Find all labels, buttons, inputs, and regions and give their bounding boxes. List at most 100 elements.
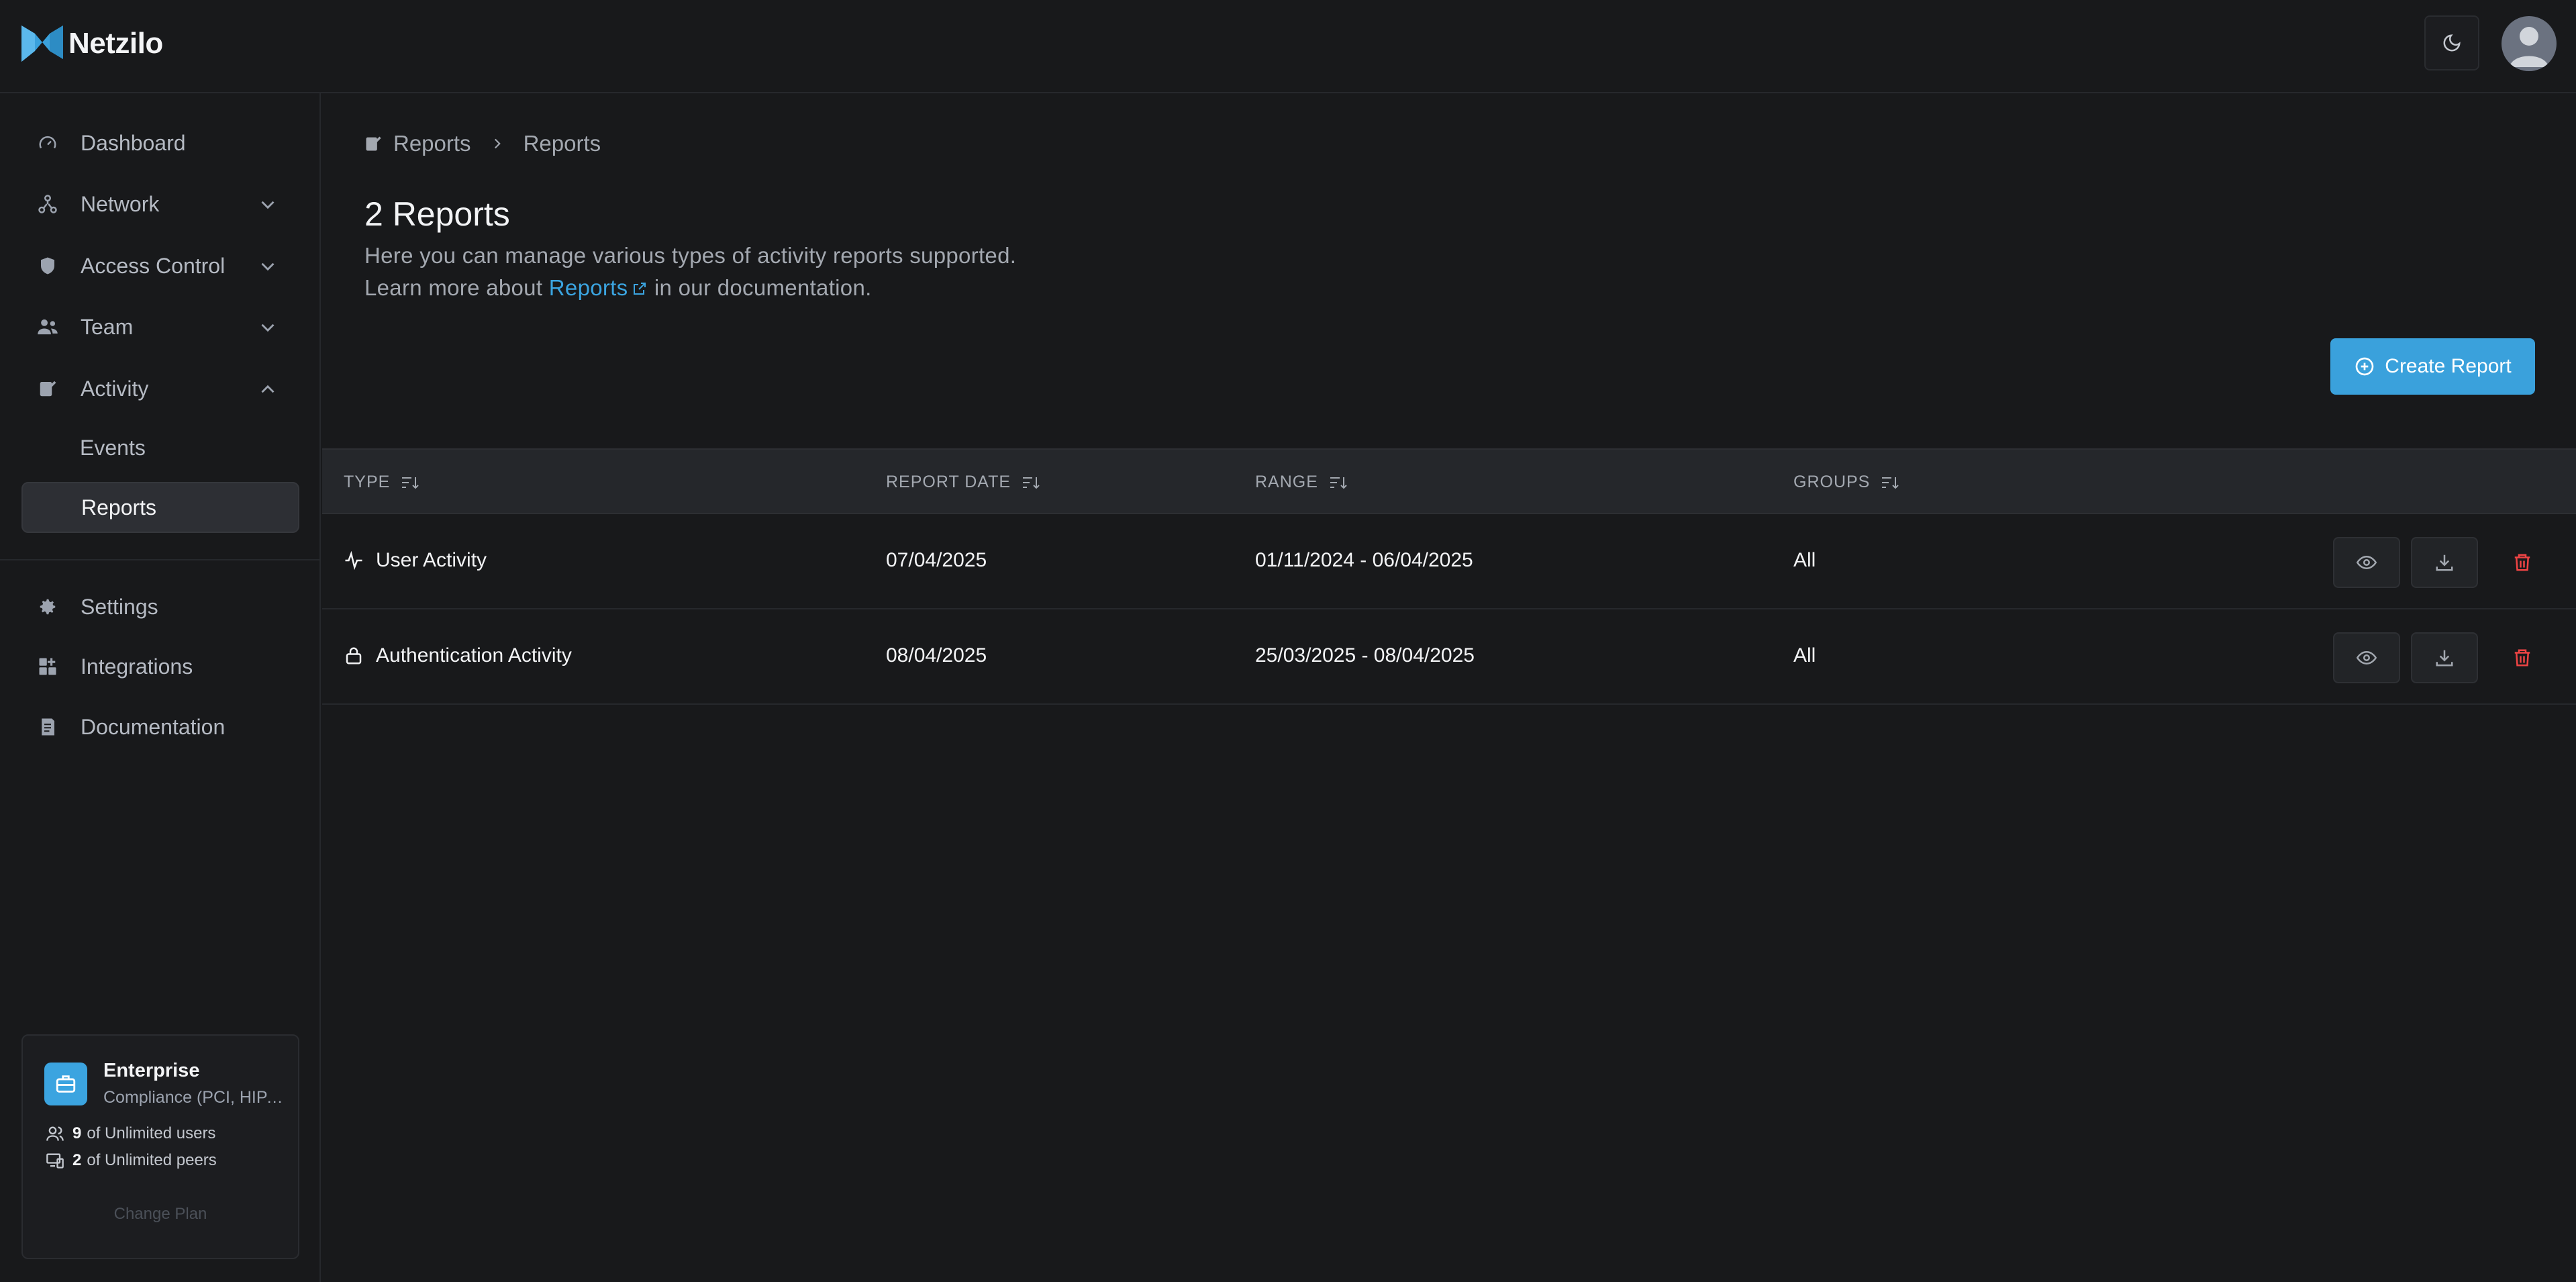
- chevron-up-icon: [261, 385, 275, 393]
- page-description: Here you can manage various types of act…: [364, 243, 1017, 268]
- table-row[interactable]: User Activity 07/04/2025 01/11/2024 - 06…: [322, 514, 2576, 609]
- table-header: TYPE REPORT DATE RANGE GROUPS: [322, 448, 2576, 514]
- sort-icon: [1329, 475, 1348, 491]
- integrations-icon: [36, 655, 59, 678]
- sidebar-item-label: Dashboard: [81, 130, 186, 155]
- network-icon: [36, 193, 59, 215]
- sidebar-item-network[interactable]: Network: [21, 179, 299, 230]
- shield-icon: [36, 254, 59, 277]
- column-header-report-date[interactable]: REPORT DATE: [886, 473, 1040, 492]
- plan-title: Enterprise: [103, 1060, 200, 1081]
- sort-icon: [1881, 475, 1899, 491]
- sidebar-divider: [0, 559, 319, 560]
- column-header-range[interactable]: RANGE: [1255, 473, 1348, 492]
- app-name: Netzilo: [68, 27, 163, 60]
- cell-report-date: 07/04/2025: [886, 549, 987, 571]
- column-label: RANGE: [1255, 473, 1318, 491]
- pulse-icon: [344, 550, 364, 571]
- sidebar-item-access-control[interactable]: Access Control: [21, 240, 299, 291]
- moon-icon: [2443, 34, 2461, 52]
- breadcrumb-current: Reports: [523, 131, 601, 156]
- users-icon: [36, 315, 59, 338]
- devices-icon: [46, 1153, 64, 1169]
- sidebar-item-team[interactable]: Team: [21, 301, 299, 352]
- gear-icon: [36, 595, 59, 618]
- plus-circle-icon: [2354, 356, 2375, 377]
- sidebar: Dashboard Network Access Control Team Ac…: [0, 93, 321, 1282]
- book-icon: [36, 716, 59, 738]
- top-bar: Netzilo: [0, 0, 2576, 93]
- sidebar-subitem-events[interactable]: Events: [21, 422, 299, 473]
- sidebar-subitem-reports[interactable]: Reports: [21, 482, 299, 533]
- netzilo-logo-icon: [21, 26, 63, 62]
- activity-icon: [36, 377, 59, 400]
- sidebar-subitem-label: Reports: [81, 495, 157, 520]
- sidebar-item-activity[interactable]: Activity: [21, 363, 299, 414]
- cell-range: 01/11/2024 - 06/04/2025: [1255, 549, 1473, 571]
- page-description-docs: Learn more about Reports in our document…: [364, 275, 872, 301]
- create-report-label: Create Report: [2385, 355, 2512, 377]
- view-report-button[interactable]: [2333, 632, 2400, 683]
- download-report-button[interactable]: [2411, 632, 2478, 683]
- external-link-icon: [634, 283, 646, 295]
- sort-icon: [401, 475, 419, 491]
- sidebar-item-label: Activity: [81, 376, 149, 401]
- user-avatar[interactable]: [2501, 16, 2557, 71]
- column-label: REPORT DATE: [886, 473, 1011, 491]
- trash-icon: [2514, 649, 2530, 667]
- plan-subtitle: Compliance (PCI, HIPAA…: [103, 1088, 285, 1107]
- breadcrumb: Reports Reports: [364, 131, 601, 156]
- plan-card: Enterprise Compliance (PCI, HIPAA… 9 of …: [21, 1034, 299, 1259]
- column-label: TYPE: [344, 473, 391, 491]
- chevron-down-icon: [261, 262, 275, 271]
- docs-reports-link[interactable]: Reports: [549, 275, 648, 300]
- type-label: Authentication Activity: [376, 644, 572, 667]
- peers-count: 2: [72, 1151, 82, 1169]
- cell-type: User Activity: [344, 549, 487, 572]
- logo[interactable]: Netzilo: [20, 21, 163, 66]
- sidebar-item-label: Network: [81, 191, 160, 216]
- sidebar-subitem-label: Events: [80, 435, 146, 460]
- cell-range: 25/03/2025 - 08/04/2025: [1255, 644, 1475, 667]
- sidebar-item-integrations[interactable]: Integrations: [21, 641, 299, 692]
- users-text: of Unlimited users: [87, 1124, 216, 1142]
- create-report-button[interactable]: Create Report: [2330, 338, 2535, 395]
- chevron-down-icon: [261, 324, 275, 332]
- users-count: 9: [72, 1124, 82, 1142]
- docs-suffix: in our documentation.: [654, 275, 872, 300]
- download-report-button[interactable]: [2411, 537, 2478, 588]
- sidebar-item-label: Integrations: [81, 654, 193, 679]
- type-label: User Activity: [376, 549, 487, 571]
- theme-toggle-button[interactable]: [2424, 15, 2479, 70]
- sidebar-item-label: Settings: [81, 594, 158, 619]
- table-row[interactable]: Authentication Activity 08/04/2025 25/03…: [322, 609, 2576, 705]
- download-icon: [2436, 554, 2453, 571]
- change-plan-button[interactable]: Change Plan: [23, 1205, 298, 1224]
- delete-report-button[interactable]: [2497, 632, 2548, 683]
- user-silhouette-icon: [2510, 27, 2548, 67]
- plan-peers-line: 2 of Unlimited peers: [46, 1151, 217, 1170]
- page-title: 2 Reports: [364, 195, 510, 233]
- activity-icon: [364, 134, 383, 153]
- eye-icon: [2357, 555, 2377, 570]
- users-outline-icon: [46, 1126, 64, 1141]
- sidebar-item-settings[interactable]: Settings: [21, 581, 299, 632]
- cell-groups: All: [1793, 549, 1816, 571]
- plan-users-line: 9 of Unlimited users: [46, 1124, 215, 1143]
- view-report-button[interactable]: [2333, 537, 2400, 588]
- delete-report-button[interactable]: [2497, 537, 2548, 588]
- breadcrumb-root[interactable]: Reports: [393, 131, 471, 156]
- trash-icon: [2514, 554, 2530, 571]
- sidebar-item-label: Documentation: [81, 714, 226, 739]
- docs-link-label: Reports: [548, 275, 628, 300]
- sidebar-item-dashboard[interactable]: Dashboard: [21, 117, 299, 168]
- sidebar-item-label: Access Control: [81, 253, 226, 278]
- sidebar-item-label: Team: [81, 314, 134, 339]
- column-header-type[interactable]: TYPE: [344, 473, 419, 492]
- cell-type: Authentication Activity: [344, 644, 572, 667]
- column-header-groups[interactable]: GROUPS: [1793, 473, 1899, 492]
- sort-icon: [1022, 475, 1040, 491]
- download-icon: [2436, 650, 2453, 667]
- peers-text: of Unlimited peers: [87, 1151, 217, 1169]
- sidebar-item-documentation[interactable]: Documentation: [21, 701, 299, 752]
